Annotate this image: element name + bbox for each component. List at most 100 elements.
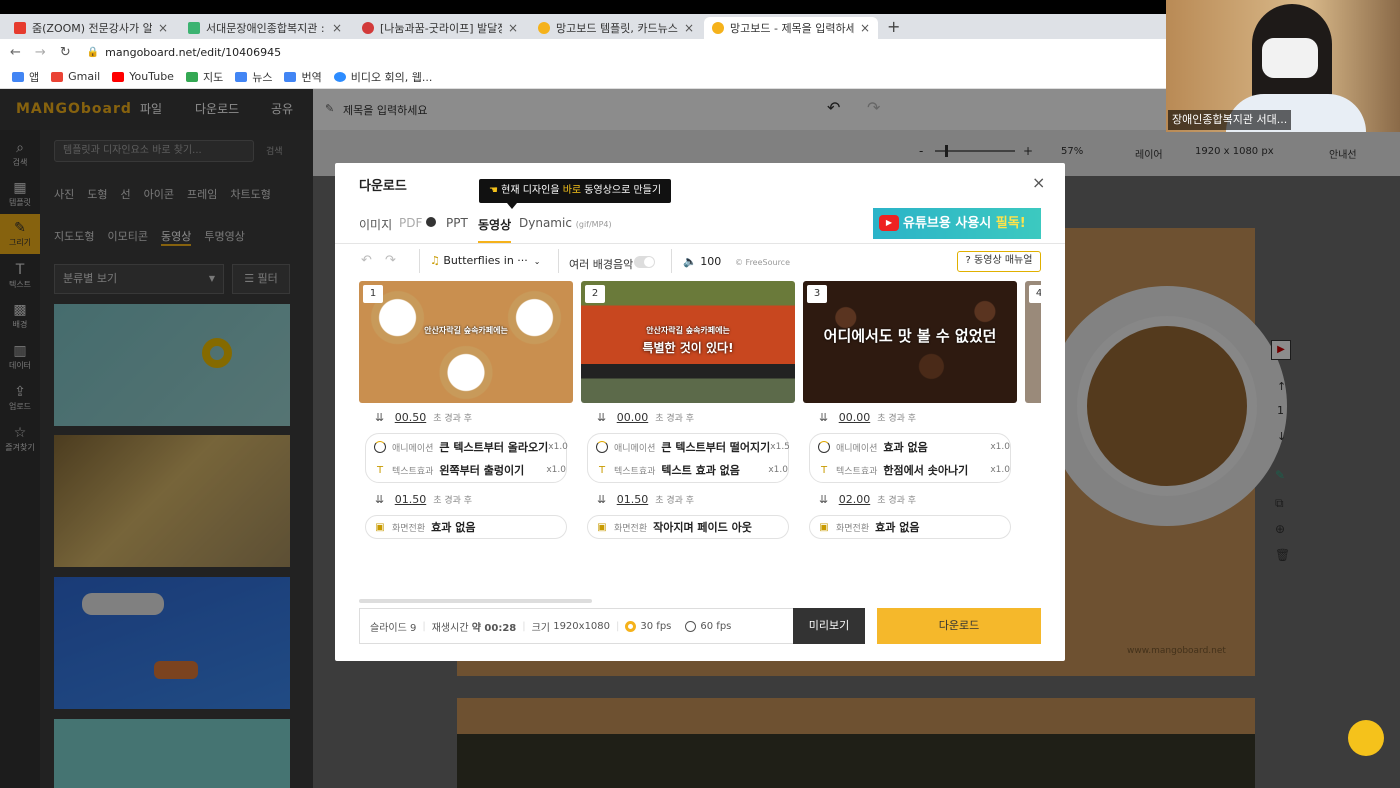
text-effect-row[interactable]: T 텍스트효과 한점에서 솟아나기 x1.0 [818, 460, 1010, 480]
transition-pill[interactable]: ▣ 화면전환 작아지며 페이드 아웃 [587, 515, 789, 539]
duration-row[interactable]: ⇊ 01.50 초 경과 후 [597, 493, 694, 506]
slide-caption-2: 특별한 것이 있다! [642, 341, 734, 355]
browser-tab-1[interactable]: 줌(ZOOM) 전문강사가 알려 × [6, 17, 176, 39]
slide-thumbnail-partial[interactable]: 4 [1025, 281, 1041, 403]
close-icon[interactable]: × [1032, 173, 1045, 192]
youtube-notice-banner[interactable]: ▶ 유튜브용 사용시 필독! [873, 208, 1041, 239]
text-effect-speed[interactable]: x1.0 [768, 465, 788, 475]
transition-row[interactable]: ▣ 화면전환 작아지며 페이드 아웃 [596, 517, 788, 537]
start-time-row[interactable]: ⇊ 00.50 초 경과 후 [375, 411, 472, 424]
slide-thumbnail[interactable]: 2 안산자락길 숲속카페에는 특별한 것이 있다! [581, 281, 795, 403]
fps60-radio[interactable] [685, 620, 697, 632]
transition-row[interactable]: ▣ 화면전환 효과 없음 [818, 517, 1010, 537]
horizontal-scrollbar[interactable] [359, 599, 592, 603]
volume-control[interactable]: 🔈 100 [683, 255, 721, 268]
reload-icon[interactable]: ↻ [60, 45, 71, 60]
new-tab-button[interactable]: + [887, 17, 900, 36]
tab-dynamic[interactable]: Dynamic (gif/MP4) [519, 216, 612, 230]
back-arrow-icon[interactable]: ← [10, 45, 21, 60]
fps30-label: 30 fps [640, 620, 672, 632]
address-bar[interactable]: mangoboard.net/edit/10406945 [105, 46, 281, 59]
transition-value: 작아지며 페이드 아웃 [653, 521, 752, 534]
bookmark-news[interactable]: 뉴스 [235, 69, 272, 85]
browser-tab-2[interactable]: 서대문장애인종합복지관 : × [180, 17, 350, 39]
duration-row[interactable]: ⇊ 02.00 초 경과 후 [819, 493, 916, 506]
animation-row[interactable]: 애니메이션 큰 텍스트부터 떨어지기 x1.5 [596, 437, 790, 457]
bookmark-youtube[interactable]: YouTube [112, 70, 174, 83]
multi-bgm-toggle[interactable] [634, 256, 655, 268]
animation-icon [818, 441, 830, 453]
transition-pill[interactable]: ▣ 화면전환 효과 없음 [365, 515, 567, 539]
text-effect-speed[interactable]: x1.0 [546, 465, 566, 475]
size-label: 크기 [531, 622, 551, 634]
duration-value[interactable]: 01.50 [395, 493, 427, 506]
video-manual-button[interactable]: ? 동영상 매뉴얼 [957, 251, 1041, 272]
duration-value[interactable]: 02.00 [839, 493, 871, 506]
double-chevron-down-icon: ⇊ [375, 411, 388, 424]
slide-column: 1 안산자락길 숲속카페에는 ⇊ 00.50 초 경과 후 애니메이션 큰 텍스트… [359, 281, 573, 581]
tab-close-icon[interactable]: × [684, 21, 694, 35]
tab-ppt[interactable]: PPT [446, 216, 468, 230]
start-time-value[interactable]: 00.50 [395, 411, 427, 424]
animation-row[interactable]: 애니메이션 큰 텍스트부터 올라오기 x1.0 [374, 437, 568, 457]
animation-speed[interactable]: x1.0 [990, 442, 1010, 452]
elapsed-label: 초 경과 후 [877, 496, 917, 506]
forward-arrow-icon[interactable]: → [35, 45, 46, 60]
duration-value[interactable]: 01.50 [617, 493, 649, 506]
redo-icon[interactable]: ↷ [385, 253, 396, 268]
download-button[interactable]: 다운로드 [877, 608, 1041, 644]
undo-icon[interactable]: ↶ [361, 253, 372, 268]
start-time-row[interactable]: ⇊ 00.00 초 경과 후 [819, 411, 916, 424]
start-time-value[interactable]: 00.00 [617, 411, 649, 424]
transition-pill[interactable]: ▣ 화면전환 효과 없음 [809, 515, 1011, 539]
slide-thumbnail[interactable]: 3 어디에서도 맛 볼 수 없었던 [803, 281, 1017, 403]
chevron-down-icon: ⌄ [533, 257, 541, 266]
music-value: Butterflies in ··· [443, 254, 528, 267]
browser-tab-4[interactable]: 망고보드 템플릿, 카드뉴스 × [530, 17, 702, 39]
bookmark-label: 지도 [202, 70, 224, 84]
tab-close-icon[interactable]: × [158, 21, 168, 35]
music-select[interactable]: ♫ Butterflies in ··· ⌄ [430, 254, 541, 267]
start-time-row[interactable]: ⇊ 00.00 초 경과 후 [597, 411, 694, 424]
browser-tab-3[interactable]: [나눔과꿈-굿라이프] 발달장 × [354, 17, 526, 39]
animation-value: 효과 없음 [883, 441, 928, 454]
duration-row[interactable]: ⇊ 01.50 초 경과 후 [375, 493, 472, 506]
bookmark-translate[interactable]: 번역 [284, 69, 322, 85]
divider [419, 249, 420, 273]
tab-pdf[interactable]: PDF [399, 216, 437, 230]
bookmark-gmail[interactable]: Gmail [51, 70, 100, 83]
animation-speed[interactable]: x1.5 [770, 442, 790, 452]
tab-title: 망고보드 - 제목을 입력하세 [730, 22, 854, 35]
browser-tab-5-active[interactable]: 망고보드 - 제목을 입력하세 × [704, 17, 878, 39]
slide-caption: 안산자락길 숲속카페에는 [424, 326, 508, 335]
slide-thumbnail[interactable]: 1 안산자락길 숲속카페에는 [359, 281, 573, 403]
bookmark-maps[interactable]: 지도 [185, 69, 224, 85]
youtube-icon [112, 71, 125, 82]
tab-image[interactable]: 이미지 [359, 216, 392, 233]
tab-video-active[interactable]: 동영상 [478, 216, 512, 243]
start-time-value[interactable]: 00.00 [839, 411, 871, 424]
tab-close-icon[interactable]: × [332, 21, 342, 35]
size-value: 1920x1080 [553, 620, 611, 632]
text-effect-row[interactable]: T 텍스트효과 텍스트 효과 없음 x1.0 [596, 460, 788, 480]
text-effect-row[interactable]: T 텍스트효과 왼쪽부터 출렁이기 x1.0 [374, 460, 566, 480]
mango-favicon-icon [712, 22, 724, 34]
slide-number: 3 [807, 285, 827, 303]
mango-mascot-icon[interactable] [1348, 720, 1384, 756]
toggle-knob [644, 257, 654, 267]
effect-pill: 애니메이션 큰 텍스트부터 올라오기 x1.0 T 텍스트효과 왼쪽부터 출렁이기 x1.… [365, 433, 568, 483]
animation-row[interactable]: 애니메이션 효과 없음 x1.0 [818, 437, 1010, 457]
transition-row[interactable]: ▣ 화면전환 효과 없음 [374, 517, 566, 537]
lock-icon: 🔒 [86, 46, 100, 58]
tab-close-icon[interactable]: × [860, 21, 870, 35]
bookmark-zoom[interactable]: 비디오 회의, 웹... [333, 69, 432, 85]
fps30-radio-checked[interactable] [625, 620, 637, 632]
text-effect-speed[interactable]: x1.0 [990, 465, 1010, 475]
double-chevron-down-icon: ⇊ [597, 411, 610, 424]
tooltip-text: 동영상으로 만들기 [581, 185, 662, 196]
preview-button[interactable]: 미리보기 [793, 608, 865, 644]
fps60-label: 60 fps [700, 620, 732, 632]
bookmark-apps[interactable]: 앱 [12, 69, 39, 85]
tab-close-icon[interactable]: × [508, 21, 518, 35]
animation-speed[interactable]: x1.0 [548, 442, 568, 452]
